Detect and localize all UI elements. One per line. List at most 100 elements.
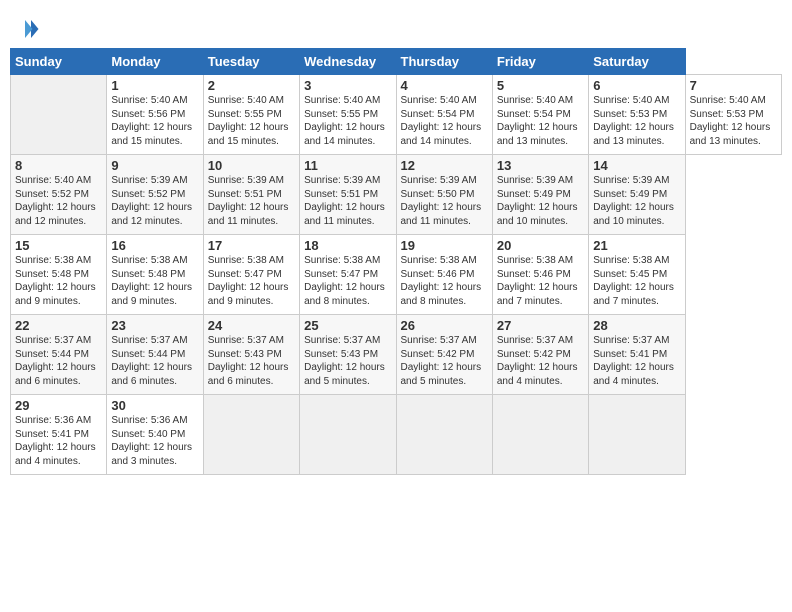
- day-number: 1: [111, 78, 198, 93]
- day-info: Sunrise: 5:40 AM Sunset: 5:56 PM Dayligh…: [111, 94, 198, 148]
- day-info: Sunrise: 5:37 AM Sunset: 5:42 PM Dayligh…: [497, 334, 584, 388]
- day-info: Sunrise: 5:39 AM Sunset: 5:50 PM Dayligh…: [401, 174, 488, 228]
- day-number: 16: [111, 238, 198, 253]
- day-number: 29: [15, 398, 102, 413]
- calendar-header-row: SundayMondayTuesdayWednesdayThursdayFrid…: [11, 49, 782, 75]
- calendar-day: 25 Sunrise: 5:37 AM Sunset: 5:43 PM Dayl…: [300, 315, 396, 395]
- calendar-day: 23 Sunrise: 5:37 AM Sunset: 5:44 PM Dayl…: [107, 315, 203, 395]
- day-info: Sunrise: 5:37 AM Sunset: 5:42 PM Dayligh…: [401, 334, 488, 388]
- calendar-day: 17 Sunrise: 5:38 AM Sunset: 5:47 PM Dayl…: [203, 235, 299, 315]
- day-number: 8: [15, 158, 102, 173]
- day-number: 15: [15, 238, 102, 253]
- day-info: Sunrise: 5:38 AM Sunset: 5:46 PM Dayligh…: [401, 254, 488, 308]
- calendar-week-3: 15 Sunrise: 5:38 AM Sunset: 5:48 PM Dayl…: [11, 235, 782, 315]
- calendar-table: SundayMondayTuesdayWednesdayThursdayFrid…: [10, 48, 782, 475]
- calendar-day: 2 Sunrise: 5:40 AM Sunset: 5:55 PM Dayli…: [203, 75, 299, 155]
- calendar-day: 13 Sunrise: 5:39 AM Sunset: 5:49 PM Dayl…: [492, 155, 588, 235]
- day-header-wednesday: Wednesday: [300, 49, 396, 75]
- day-number: 25: [304, 318, 391, 333]
- day-number: 24: [208, 318, 295, 333]
- calendar-day: 28 Sunrise: 5:37 AM Sunset: 5:41 PM Dayl…: [589, 315, 685, 395]
- calendar-day: 18 Sunrise: 5:38 AM Sunset: 5:47 PM Dayl…: [300, 235, 396, 315]
- day-info: Sunrise: 5:39 AM Sunset: 5:52 PM Dayligh…: [111, 174, 198, 228]
- calendar-day: [203, 395, 299, 475]
- day-info: Sunrise: 5:39 AM Sunset: 5:51 PM Dayligh…: [208, 174, 295, 228]
- day-number: 27: [497, 318, 584, 333]
- day-info: Sunrise: 5:40 AM Sunset: 5:55 PM Dayligh…: [304, 94, 391, 148]
- calendar-day: 4 Sunrise: 5:40 AM Sunset: 5:54 PM Dayli…: [396, 75, 492, 155]
- day-number: 3: [304, 78, 391, 93]
- calendar-day: 5 Sunrise: 5:40 AM Sunset: 5:54 PM Dayli…: [492, 75, 588, 155]
- calendar-day: [396, 395, 492, 475]
- day-info: Sunrise: 5:38 AM Sunset: 5:45 PM Dayligh…: [593, 254, 680, 308]
- day-header-tuesday: Tuesday: [203, 49, 299, 75]
- day-number: 2: [208, 78, 295, 93]
- day-header-friday: Friday: [492, 49, 588, 75]
- calendar-week-2: 8 Sunrise: 5:40 AM Sunset: 5:52 PM Dayli…: [11, 155, 782, 235]
- day-number: 14: [593, 158, 680, 173]
- day-number: 4: [401, 78, 488, 93]
- day-header-sunday: Sunday: [11, 49, 107, 75]
- day-info: Sunrise: 5:36 AM Sunset: 5:41 PM Dayligh…: [15, 414, 102, 468]
- day-info: Sunrise: 5:38 AM Sunset: 5:47 PM Dayligh…: [208, 254, 295, 308]
- logo: [10, 14, 42, 44]
- calendar-week-5: 29 Sunrise: 5:36 AM Sunset: 5:41 PM Dayl…: [11, 395, 782, 475]
- day-number: 18: [304, 238, 391, 253]
- calendar-day: 14 Sunrise: 5:39 AM Sunset: 5:49 PM Dayl…: [589, 155, 685, 235]
- day-header-thursday: Thursday: [396, 49, 492, 75]
- day-info: Sunrise: 5:39 AM Sunset: 5:51 PM Dayligh…: [304, 174, 391, 228]
- calendar-day: 7 Sunrise: 5:40 AM Sunset: 5:53 PM Dayli…: [685, 75, 781, 155]
- day-info: Sunrise: 5:38 AM Sunset: 5:47 PM Dayligh…: [304, 254, 391, 308]
- calendar-day: 3 Sunrise: 5:40 AM Sunset: 5:55 PM Dayli…: [300, 75, 396, 155]
- day-number: 7: [690, 78, 777, 93]
- calendar-week-4: 22 Sunrise: 5:37 AM Sunset: 5:44 PM Dayl…: [11, 315, 782, 395]
- calendar-day: 24 Sunrise: 5:37 AM Sunset: 5:43 PM Dayl…: [203, 315, 299, 395]
- day-info: Sunrise: 5:38 AM Sunset: 5:46 PM Dayligh…: [497, 254, 584, 308]
- day-info: Sunrise: 5:38 AM Sunset: 5:48 PM Dayligh…: [111, 254, 198, 308]
- calendar-day: [300, 395, 396, 475]
- day-number: 23: [111, 318, 198, 333]
- day-number: 30: [111, 398, 198, 413]
- calendar-day: [589, 395, 685, 475]
- calendar-day: 20 Sunrise: 5:38 AM Sunset: 5:46 PM Dayl…: [492, 235, 588, 315]
- day-info: Sunrise: 5:39 AM Sunset: 5:49 PM Dayligh…: [593, 174, 680, 228]
- day-number: 28: [593, 318, 680, 333]
- day-info: Sunrise: 5:37 AM Sunset: 5:41 PM Dayligh…: [593, 334, 680, 388]
- day-info: Sunrise: 5:40 AM Sunset: 5:54 PM Dayligh…: [497, 94, 584, 148]
- calendar-day: 30 Sunrise: 5:36 AM Sunset: 5:40 PM Dayl…: [107, 395, 203, 475]
- page-header: [10, 10, 782, 44]
- logo-icon: [10, 14, 40, 44]
- calendar-day: 29 Sunrise: 5:36 AM Sunset: 5:41 PM Dayl…: [11, 395, 107, 475]
- calendar-day: 10 Sunrise: 5:39 AM Sunset: 5:51 PM Dayl…: [203, 155, 299, 235]
- day-info: Sunrise: 5:40 AM Sunset: 5:53 PM Dayligh…: [593, 94, 680, 148]
- calendar-day: 1 Sunrise: 5:40 AM Sunset: 5:56 PM Dayli…: [107, 75, 203, 155]
- day-number: 5: [497, 78, 584, 93]
- calendar-day: [11, 75, 107, 155]
- day-info: Sunrise: 5:37 AM Sunset: 5:44 PM Dayligh…: [15, 334, 102, 388]
- day-header-saturday: Saturday: [589, 49, 685, 75]
- calendar-day: 21 Sunrise: 5:38 AM Sunset: 5:45 PM Dayl…: [589, 235, 685, 315]
- calendar-day: 22 Sunrise: 5:37 AM Sunset: 5:44 PM Dayl…: [11, 315, 107, 395]
- day-number: 21: [593, 238, 680, 253]
- day-info: Sunrise: 5:38 AM Sunset: 5:48 PM Dayligh…: [15, 254, 102, 308]
- day-info: Sunrise: 5:40 AM Sunset: 5:53 PM Dayligh…: [690, 94, 777, 148]
- day-number: 17: [208, 238, 295, 253]
- day-info: Sunrise: 5:40 AM Sunset: 5:55 PM Dayligh…: [208, 94, 295, 148]
- calendar-day: 11 Sunrise: 5:39 AM Sunset: 5:51 PM Dayl…: [300, 155, 396, 235]
- calendar-day: 9 Sunrise: 5:39 AM Sunset: 5:52 PM Dayli…: [107, 155, 203, 235]
- calendar-day: 16 Sunrise: 5:38 AM Sunset: 5:48 PM Dayl…: [107, 235, 203, 315]
- calendar-day: 26 Sunrise: 5:37 AM Sunset: 5:42 PM Dayl…: [396, 315, 492, 395]
- day-header-monday: Monday: [107, 49, 203, 75]
- calendar-day: [492, 395, 588, 475]
- calendar-week-1: 1 Sunrise: 5:40 AM Sunset: 5:56 PM Dayli…: [11, 75, 782, 155]
- calendar-day: 6 Sunrise: 5:40 AM Sunset: 5:53 PM Dayli…: [589, 75, 685, 155]
- day-number: 12: [401, 158, 488, 173]
- calendar-day: 12 Sunrise: 5:39 AM Sunset: 5:50 PM Dayl…: [396, 155, 492, 235]
- day-number: 20: [497, 238, 584, 253]
- day-number: 10: [208, 158, 295, 173]
- calendar-day: 15 Sunrise: 5:38 AM Sunset: 5:48 PM Dayl…: [11, 235, 107, 315]
- day-number: 22: [15, 318, 102, 333]
- day-number: 11: [304, 158, 391, 173]
- day-info: Sunrise: 5:37 AM Sunset: 5:44 PM Dayligh…: [111, 334, 198, 388]
- day-info: Sunrise: 5:36 AM Sunset: 5:40 PM Dayligh…: [111, 414, 198, 468]
